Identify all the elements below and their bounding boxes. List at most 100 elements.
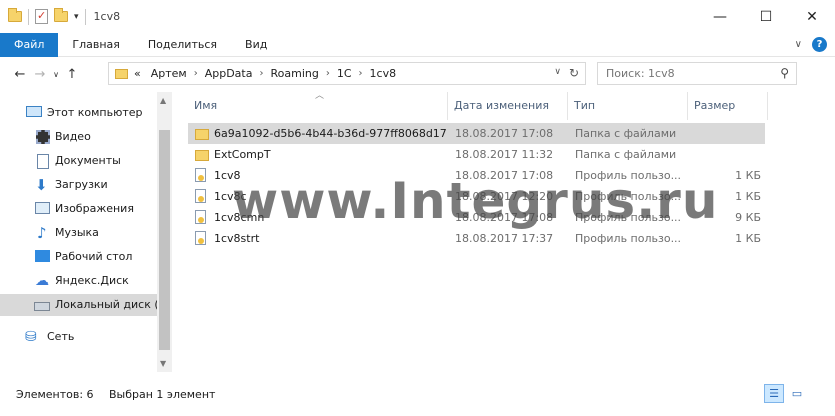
scrollbar-thumb[interactable] bbox=[159, 130, 170, 350]
computer-icon bbox=[26, 106, 42, 117]
recent-locations-icon[interactable]: ∨ bbox=[50, 70, 62, 79]
nav-item-label: Музыка bbox=[55, 226, 99, 239]
file-row[interactable]: 6a9a1092-d5b6-4b44-b36d-977ff8068d17 18.… bbox=[188, 123, 765, 144]
nav-item-local-disk[interactable]: Локальный диск (С bbox=[0, 294, 157, 316]
nav-item-label: Документы bbox=[55, 154, 121, 167]
file-date: 18.08.2017 11:32 bbox=[455, 148, 554, 161]
column-header-date[interactable]: Дата изменения bbox=[446, 92, 549, 118]
nav-item-label: Этот компьютер bbox=[47, 106, 143, 119]
file-name: 1cv8strt bbox=[214, 232, 260, 245]
column-divider[interactable] bbox=[767, 92, 768, 120]
downloads-icon: ⬇ bbox=[35, 176, 48, 194]
file-row[interactable]: 1cv8strt 18.08.2017 17:37 Профиль пользо… bbox=[188, 228, 765, 249]
breadcrumb-item[interactable]: 1cv8 bbox=[370, 67, 397, 80]
column-header-name[interactable]: Имя bbox=[186, 92, 217, 118]
nav-item-documents[interactable]: Документы bbox=[0, 150, 157, 172]
tab-file[interactable]: Файл bbox=[0, 32, 59, 57]
breadcrumb-separator-icon[interactable]: › bbox=[359, 68, 363, 79]
large-icons-view-icon: ▭ bbox=[791, 387, 803, 400]
customize-toolbar-icon[interactable]: ▾ bbox=[74, 12, 79, 22]
folder-icon bbox=[195, 129, 209, 140]
breadcrumb-separator-icon[interactable]: › bbox=[194, 68, 198, 79]
navigation-bar: ← → ∨ ↑ « Артем › AppData › Roaming › 1C… bbox=[0, 60, 835, 88]
search-icon[interactable]: ⚲ bbox=[780, 66, 789, 80]
file-size: 1 КБ bbox=[735, 232, 761, 245]
tab-view[interactable]: Вид bbox=[231, 33, 281, 57]
tab-home[interactable]: Главная bbox=[58, 33, 134, 57]
nav-item-pictures[interactable]: Изображения bbox=[0, 198, 157, 220]
nav-item-this-pc[interactable]: Этот компьютер bbox=[0, 102, 157, 124]
divider bbox=[84, 8, 86, 25]
chevron-down-icon[interactable]: ∨ bbox=[554, 67, 561, 77]
scroll-up-icon[interactable]: ▲ bbox=[160, 96, 166, 105]
close-button[interactable]: ✕ bbox=[789, 0, 835, 33]
watermark: www.Integrus.ru bbox=[232, 172, 719, 230]
large-icons-view-button[interactable]: ▭ bbox=[787, 384, 807, 403]
nav-item-yandex-disk[interactable]: ☁ Яндекс.Диск bbox=[0, 270, 157, 292]
nav-item-label: Изображения bbox=[55, 202, 134, 215]
quick-access-toolbar: ▾ bbox=[0, 8, 86, 25]
refresh-icon[interactable]: ↻ bbox=[569, 66, 579, 80]
pictures-icon bbox=[35, 202, 50, 214]
window-title: 1cv8 bbox=[93, 10, 121, 23]
properties-icon[interactable] bbox=[35, 9, 48, 24]
up-arrow-icon[interactable]: ↑ bbox=[62, 67, 82, 82]
file-type: Папка с файлами bbox=[575, 127, 677, 140]
back-arrow-icon[interactable]: ← bbox=[10, 67, 30, 82]
scroll-down-icon[interactable]: ▼ bbox=[160, 359, 166, 368]
nav-item-label: Загрузки bbox=[55, 178, 108, 191]
file-date: 18.08.2017 17:08 bbox=[455, 127, 554, 140]
nav-item-network[interactable]: ⛁ Сеть bbox=[0, 326, 157, 348]
breadcrumb-item[interactable]: AppData bbox=[205, 67, 253, 80]
file-row[interactable]: ExtCompT 18.08.2017 11:32 Папка с файлам… bbox=[188, 144, 765, 165]
file-type: Папка с файлами bbox=[575, 148, 677, 161]
expand-ribbon-icon[interactable]: ∨ bbox=[795, 39, 802, 50]
documents-icon bbox=[37, 154, 49, 169]
desktop-icon bbox=[35, 250, 50, 262]
file-name: 6a9a1092-d5b6-4b44-b36d-977ff8068d17 bbox=[214, 127, 447, 140]
nav-scrollbar[interactable]: ▲ ▼ bbox=[157, 92, 172, 372]
file-date: 18.08.2017 17:37 bbox=[455, 232, 554, 245]
details-view-button[interactable]: ☰ bbox=[764, 384, 784, 403]
breadcrumb-separator-icon[interactable]: › bbox=[259, 68, 263, 79]
address-bar[interactable]: « Артем › AppData › Roaming › 1C › 1cv8 … bbox=[108, 62, 586, 85]
profile-file-icon bbox=[195, 189, 206, 203]
nav-item-desktop[interactable]: Рабочий стол bbox=[0, 246, 157, 268]
divider bbox=[28, 8, 29, 25]
breadcrumb-item[interactable]: 1C bbox=[337, 67, 352, 80]
network-icon: ⛁ bbox=[25, 329, 37, 345]
nav-item-label: Яндекс.Диск bbox=[55, 274, 129, 287]
sort-ascending-icon: ︿ bbox=[315, 91, 325, 101]
nav-item-video[interactable]: Видео bbox=[0, 126, 157, 148]
minimize-button[interactable]: — bbox=[697, 0, 743, 33]
title-bar: ▾ 1cv8 — ☐ ✕ bbox=[0, 0, 835, 33]
nav-item-downloads[interactable]: ⬇ Загрузки bbox=[0, 174, 157, 196]
breadcrumb-item[interactable]: Артем bbox=[151, 67, 187, 80]
file-name: ExtCompT bbox=[214, 148, 271, 161]
video-icon bbox=[36, 130, 50, 144]
nav-item-label: Рабочий стол bbox=[55, 250, 133, 263]
item-count: Элементов: 6 bbox=[16, 388, 94, 401]
column-header-type[interactable]: Тип bbox=[566, 92, 595, 118]
profile-file-icon bbox=[195, 210, 206, 224]
local-disk-icon bbox=[34, 302, 50, 311]
file-list: Имя ︿ Дата изменения Тип Размер 6a9a1092… bbox=[180, 91, 835, 372]
breadcrumb-item[interactable]: Roaming bbox=[270, 67, 318, 80]
nav-item-music[interactable]: ♪ Музыка bbox=[0, 222, 157, 244]
maximize-button[interactable]: ☐ bbox=[743, 0, 789, 33]
search-box[interactable]: ⚲ bbox=[597, 62, 797, 85]
nav-item-label: Видео bbox=[55, 130, 91, 143]
breadcrumb-overflow[interactable]: « bbox=[134, 67, 141, 80]
nav-item-label: Сеть bbox=[47, 330, 75, 343]
tab-share[interactable]: Поделиться bbox=[134, 33, 231, 57]
column-header-size[interactable]: Размер bbox=[686, 92, 735, 118]
help-icon[interactable]: ? bbox=[812, 37, 827, 52]
ribbon-tabs: Файл Главная Поделиться Вид ∨ ? bbox=[0, 32, 835, 57]
yandex-disk-icon: ☁ bbox=[35, 273, 49, 289]
forward-arrow-icon[interactable]: → bbox=[30, 67, 50, 82]
folder-icon bbox=[195, 150, 209, 161]
new-folder-icon[interactable] bbox=[54, 8, 68, 22]
search-input[interactable] bbox=[606, 67, 776, 80]
breadcrumb: « Артем › AppData › Roaming › 1C › 1cv8 bbox=[134, 67, 396, 80]
breadcrumb-separator-icon[interactable]: › bbox=[326, 68, 330, 79]
